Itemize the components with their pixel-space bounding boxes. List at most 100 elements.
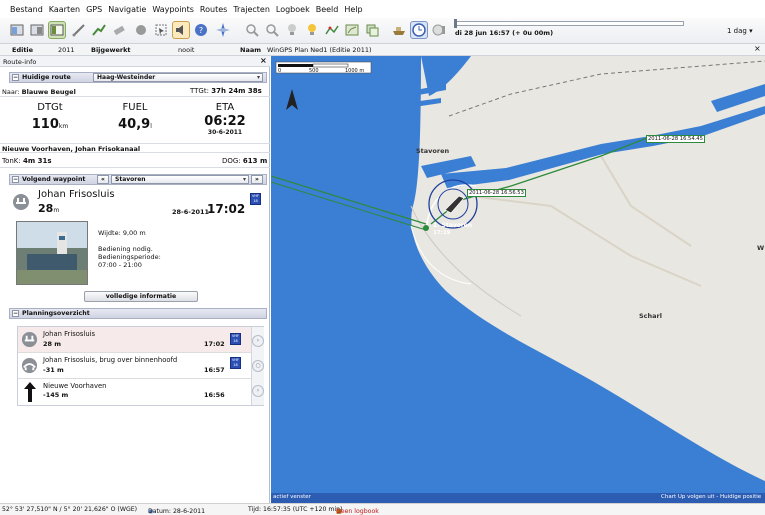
planning-section: − Planningsoverzicht [9, 308, 267, 319]
menu-beeld[interactable]: Beeld [316, 5, 339, 14]
clock-play-icon[interactable] [430, 21, 448, 39]
menu-kaarten[interactable]: Kaarten [49, 5, 80, 14]
close-panel-icon[interactable]: × [260, 56, 267, 65]
layers-icon[interactable] [363, 21, 381, 39]
chevron-down-icon: ▾ [749, 27, 753, 35]
compass-rose-icon[interactable] [214, 21, 232, 39]
menu-gps[interactable]: GPS [86, 5, 102, 14]
chart-mode-label: Chart Up volgen uit - Huidige positie [661, 494, 762, 500]
chart-window-icon[interactable] [8, 21, 26, 39]
waypoint-select[interactable]: Stavoren ▾ [111, 175, 249, 184]
scroll-item-icon[interactable]: › [252, 385, 264, 397]
active-window-label: actief venster [273, 494, 311, 500]
collapse-icon[interactable]: − [12, 74, 19, 81]
track-timestamp: 2011-06-28 16.54.45 [646, 135, 705, 143]
dtgt-unit: km [58, 123, 69, 130]
pencil-icon[interactable] [70, 21, 88, 39]
name-label: Naam [240, 46, 261, 54]
select-icon[interactable] [152, 21, 170, 39]
updated-label: Bijgewerkt [91, 46, 131, 54]
chart-icon[interactable] [343, 21, 361, 39]
time-slider-thumb[interactable] [454, 19, 457, 28]
plan-item-dist: -145 m [43, 391, 69, 399]
edition-value: 2011 [58, 46, 75, 54]
menu-help[interactable]: Help [344, 5, 362, 14]
dtgt-value: 110 [31, 117, 59, 132]
ttgt-value: 37h 24m 38s [211, 87, 262, 95]
time-range-select[interactable]: 1 dag ▾ [727, 27, 753, 35]
eraser-icon[interactable] [110, 21, 128, 39]
waypoint-date: 28-6-2011 [172, 208, 210, 216]
status-bar: 52° 53' 27,510" N / 5° 20' 21,626" O (WG… [0, 503, 765, 515]
plan-item-time: 17:02 [204, 340, 225, 348]
vhf-badge: VHF 18 [230, 333, 241, 345]
planning-list: Johan Frisosluis 28 m 17:02 VHF 18 Johan … [17, 326, 264, 406]
route-draw-icon[interactable] [90, 21, 108, 39]
menu-trajecten[interactable]: Trajecten [233, 5, 270, 14]
waypoint-photo [16, 221, 88, 285]
track-icon[interactable] [323, 21, 341, 39]
plan-item-dist: 28 m [43, 340, 62, 348]
chart-info-bar: Editie 2011 Bijgewerkt nooit Naam WinGPS… [0, 44, 765, 56]
tonk-value: 4m 31s [23, 157, 52, 165]
period-value: 07:00 - 21:00 [98, 261, 142, 269]
scroll-item-icon[interactable]: ○ [252, 360, 264, 372]
collapse-icon[interactable]: − [12, 310, 19, 317]
menu-logboek[interactable]: Logboek [276, 5, 310, 14]
sound-icon[interactable] [172, 21, 190, 39]
map-status-strip: actief venster Chart Up volgen uit - Hui… [271, 493, 765, 503]
zoom-in-icon[interactable] [243, 21, 261, 39]
scroll-item-icon[interactable]: › [252, 335, 264, 347]
zoom-out-icon[interactable] [263, 21, 281, 39]
next-waypoint-button[interactable]: » [251, 175, 263, 184]
panel-title: Route-info [3, 58, 37, 66]
segment-row: Nieuwe Voorhaven, Johan Frisokanaal [0, 143, 270, 153]
updated-value: nooit [178, 46, 195, 54]
waypoint-name: Johan Frisosluis [38, 189, 115, 200]
plan-item-time: 16:57 [204, 366, 225, 374]
scale-bar-black [278, 64, 313, 67]
lock-icon [13, 194, 29, 210]
fuel-value: 40,9 [118, 117, 151, 132]
list-item[interactable]: Nieuwe Voorhaven -145 m 16:56 [18, 379, 251, 405]
menu-bestand[interactable]: Bestand [10, 5, 43, 14]
lightbulb-icon[interactable] [303, 21, 321, 39]
waypoint-card: Johan Frisosluis 28m 28-6-2011 17:02 VHF… [10, 189, 266, 307]
ball-icon[interactable] [132, 21, 150, 39]
route-panel-toggle-icon[interactable] [48, 21, 66, 39]
dog-label: DOG: [222, 157, 241, 165]
full-info-button[interactable]: volledige informatie [84, 291, 198, 302]
waypoint-marker[interactable] [423, 225, 429, 231]
collapse-icon[interactable]: − [12, 176, 19, 183]
planning-scrollbar[interactable]: › ○ › [251, 327, 264, 405]
segment-name: Nieuwe Voorhaven, Johan Frisokanaal [2, 145, 141, 153]
dtgt-block: DTGt 110km [10, 102, 90, 132]
panel-header: Route-info × [0, 56, 270, 67]
plan-item-name: Nieuwe Voorhaven [43, 382, 107, 390]
menu-routes[interactable]: Routes [200, 5, 227, 14]
period-label: Bedieningsperiode: [98, 253, 161, 261]
boat-icon[interactable] [390, 21, 408, 39]
list-item[interactable]: Johan Frisosluis, brug over binnenhoofd … [18, 353, 251, 379]
clock-icon[interactable] [410, 21, 428, 39]
close-infobar-icon[interactable]: × [754, 44, 761, 53]
plan-item-name: Johan Frisosluis [43, 330, 96, 338]
chart-view[interactable]: 0 500 1000 m Stavoren Scharl W 2. Stavor… [271, 56, 765, 503]
route-info-panel: Route-info × − Huidige route Haag-Westei… [0, 56, 270, 503]
scale-label-1000: 1000 m [345, 68, 365, 74]
help-icon[interactable]: ? [192, 21, 210, 39]
route-select[interactable]: Haag-Westeinder ▾ [93, 73, 263, 82]
route-info-icon[interactable] [28, 21, 46, 39]
menu-waypoints[interactable]: Waypoints [152, 5, 194, 14]
arrow-up-icon [24, 382, 36, 402]
prev-waypoint-button[interactable]: « [97, 175, 109, 184]
chart-canvas[interactable] [271, 56, 765, 503]
list-item[interactable]: Johan Frisosluis 28 m 17:02 VHF 18 [18, 327, 251, 353]
menu-navigatie[interactable]: Navigatie [108, 5, 146, 14]
tonk-row: TonK: 4m 31s DOG: 613 m [0, 156, 270, 168]
dtgt-label: DTGt [37, 102, 63, 113]
time-slider[interactable] [454, 21, 684, 26]
lightbulb-off-icon[interactable] [283, 21, 301, 39]
plan-item-time: 16:56 [204, 391, 225, 399]
position-readout: 52° 53' 27,510" N / 5° 20' 21,626" O (WG… [2, 506, 138, 513]
